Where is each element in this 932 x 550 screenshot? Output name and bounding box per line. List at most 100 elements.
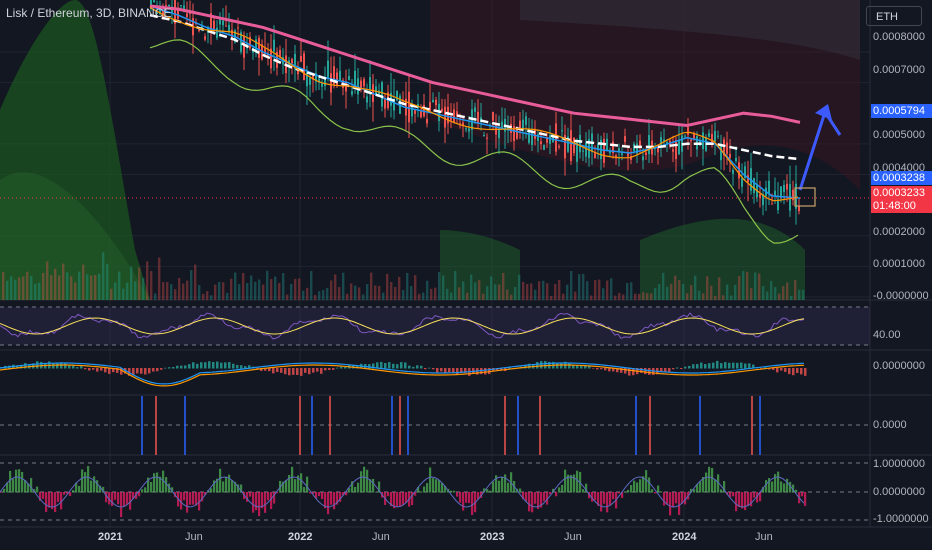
volume-bar	[686, 293, 689, 300]
volume-bar	[786, 282, 789, 300]
volume-bar	[602, 288, 605, 300]
macd-histogram-bar	[424, 368, 427, 370]
volume-bar	[266, 270, 269, 300]
volume-bar	[114, 282, 117, 300]
candle-body	[381, 82, 383, 107]
candle-body	[213, 20, 215, 29]
osc-bar	[747, 492, 750, 506]
macd-histogram-bar	[396, 364, 399, 369]
volume-bar	[434, 287, 437, 300]
candle-body	[396, 90, 398, 101]
volume-bar	[594, 279, 597, 300]
volume-bar	[558, 279, 561, 300]
osc-bar	[720, 489, 723, 493]
volume-bar	[462, 281, 465, 300]
osc-bar	[465, 492, 468, 503]
volume-bar	[478, 280, 481, 300]
macd-histogram-bar	[780, 368, 783, 371]
macd-histogram-bar	[340, 366, 343, 369]
volume-bar	[794, 279, 797, 300]
macd-histogram-bar	[236, 364, 239, 369]
macd-histogram-bar	[300, 368, 303, 376]
volume-bar	[270, 279, 273, 300]
macd-histogram-bar	[436, 368, 439, 373]
price-axis-label: 0.0002000	[873, 226, 925, 238]
target-price-tag: 0.0005794	[871, 104, 932, 118]
osc-bar	[669, 492, 672, 516]
volume-bar	[18, 277, 21, 300]
osc-bar	[327, 492, 330, 515]
macd-histogram-bar	[712, 362, 715, 369]
osc-bar	[543, 492, 546, 502]
osc-bar	[648, 477, 651, 493]
volume-bar	[582, 273, 585, 300]
osc-bar	[111, 492, 114, 506]
macd-histogram-bar	[676, 367, 679, 369]
osc-bar	[528, 492, 531, 512]
volume-bar	[274, 276, 277, 300]
macd-histogram-bar	[200, 362, 203, 369]
macd-histogram-bar	[136, 368, 139, 374]
volume-bar	[226, 292, 229, 300]
volume-bar	[146, 261, 149, 300]
candle-body	[243, 35, 245, 58]
osc-bar	[438, 479, 441, 493]
volume-bar	[490, 276, 493, 300]
macd-histogram-bar	[412, 366, 415, 369]
volume-bar	[258, 279, 261, 300]
osc-bar	[765, 480, 768, 493]
macd-histogram-bar	[168, 367, 171, 369]
price-axis-label: 0.0001000	[873, 258, 925, 270]
price-axis-label: 0.0007000	[873, 64, 925, 76]
candle-body	[753, 178, 755, 193]
volume-bar	[486, 286, 489, 300]
candle-body	[309, 77, 311, 85]
osc-bar	[423, 486, 426, 493]
volume-bar	[106, 263, 109, 300]
candle-body	[774, 190, 776, 196]
volume-bar	[726, 284, 729, 300]
osc-bar	[291, 466, 294, 493]
macd-histogram-bar	[664, 368, 667, 372]
macd-histogram-bar	[208, 361, 211, 369]
volume-bar	[734, 284, 737, 300]
volume-bar	[354, 285, 357, 300]
candle-body	[714, 130, 716, 142]
volume-bar	[678, 280, 681, 300]
macd-histogram-bar	[228, 362, 231, 369]
volume-bar	[202, 293, 205, 300]
volume-bar	[50, 275, 53, 300]
macd-histogram-bar	[196, 363, 199, 369]
macd-histogram-bar	[740, 362, 743, 369]
currency-selector[interactable]: ETH	[866, 6, 922, 26]
macd-histogram-bar	[472, 368, 475, 374]
candle-body	[621, 153, 623, 156]
volume-bar	[314, 295, 317, 300]
chart-canvas[interactable]	[0, 0, 932, 550]
volume-bar	[198, 285, 201, 300]
osc-bar	[627, 489, 630, 493]
volume-bar	[58, 275, 61, 300]
price-axis-label: 0.0008000	[873, 31, 925, 43]
osc-bar	[222, 481, 225, 493]
macd-histogram-bar	[224, 362, 227, 369]
macd-histogram-bar	[604, 368, 607, 371]
osc-bar	[486, 489, 489, 493]
osc-bar	[3, 488, 6, 493]
green-zone-right	[640, 218, 805, 300]
osc-bar	[594, 492, 597, 501]
osc-bar	[219, 468, 222, 493]
candle-body	[606, 138, 608, 151]
volume-bar	[758, 273, 761, 300]
highlight-box	[794, 187, 816, 207]
volume-bar	[638, 293, 641, 300]
volume-bar	[730, 295, 733, 300]
osc-bar	[663, 492, 666, 506]
osc-bar	[609, 492, 612, 506]
osc-bar	[321, 492, 324, 500]
volume-bar	[350, 283, 353, 300]
volume-bar	[798, 289, 801, 300]
volume-bar	[214, 284, 217, 300]
volume-bar	[574, 291, 577, 300]
macd-histogram-bar	[744, 363, 747, 369]
